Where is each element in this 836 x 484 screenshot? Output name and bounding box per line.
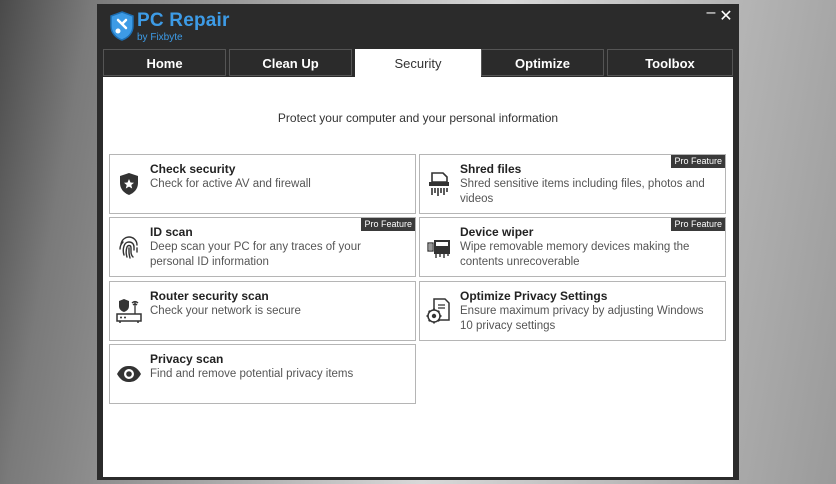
tab-security[interactable]: Security	[355, 49, 481, 77]
card-device-wiper[interactable]: Device wiper Wipe removable memory devic…	[419, 217, 726, 277]
shield-star-icon	[120, 173, 138, 195]
title-bar: PC Repair by Fixbyte – ✕	[97, 4, 739, 48]
eye-icon	[117, 366, 141, 382]
device-wiper-icon	[427, 240, 450, 258]
card-title: Optimize Privacy Settings	[460, 289, 608, 303]
pro-feature-badge: Pro Feature	[671, 155, 725, 168]
app-subtitle: by Fixbyte	[137, 32, 183, 43]
app-window: PC Repair by Fixbyte – ✕ Home Clean Up S…	[97, 4, 739, 480]
card-description: Ensure maximum privacy by adjusting Wind…	[460, 305, 704, 332]
fingerprint-icon	[119, 236, 138, 259]
card-id-scan[interactable]: ID scan Deep scan your PC for any traces…	[109, 217, 416, 277]
security-panel: Protect your computer and your personal …	[103, 77, 733, 477]
card-description: Find and remove potential privacy items	[150, 368, 354, 380]
card-check-security[interactable]: Check security Check for active AV and f…	[109, 154, 416, 214]
card-title: ID scan	[150, 225, 193, 239]
card-privacy-scan[interactable]: Privacy scan Find and remove potential p…	[109, 344, 416, 404]
card-title: Router security scan	[150, 289, 269, 303]
close-button[interactable]: ✕	[718, 6, 734, 26]
panel-subtitle: Protect your computer and your personal …	[277, 111, 559, 125]
card-description: Shred sensitive items including files, p…	[460, 178, 705, 205]
card-description: Deep scan your PC for any traces of your…	[150, 241, 361, 268]
document-gear-icon	[426, 298, 450, 324]
card-title: Device wiper	[460, 225, 534, 239]
tab-home[interactable]: Home	[103, 49, 226, 76]
shredder-icon	[429, 172, 449, 196]
tab-clean-up[interactable]: Clean Up	[229, 49, 352, 76]
minimize-button[interactable]: –	[703, 4, 719, 22]
card-title: Shred files	[460, 162, 522, 176]
router-shield-icon	[116, 299, 142, 323]
pro-feature-badge: Pro Feature	[361, 218, 415, 231]
tab-bar: Home Clean Up Security Optimize Toolbox	[103, 49, 733, 77]
card-description: Check for active AV and firewall	[150, 178, 311, 190]
card-description: Wipe removable memory devices making the…	[460, 241, 690, 268]
pro-feature-badge: Pro Feature	[671, 218, 725, 231]
tab-toolbox[interactable]: Toolbox	[607, 49, 733, 76]
tab-optimize[interactable]: Optimize	[481, 49, 604, 76]
card-title: Check security	[150, 162, 236, 176]
logo-shield-icon	[110, 11, 134, 41]
app-title: PC Repair	[137, 10, 230, 31]
card-title: Privacy scan	[150, 352, 224, 366]
card-optimize-privacy-settings[interactable]: Optimize Privacy Settings Ensure maximum…	[419, 281, 726, 341]
card-router-security-scan[interactable]: Router security scan Check your network …	[109, 281, 416, 341]
card-description: Check your network is secure	[150, 305, 301, 317]
card-shred-files[interactable]: Shred files Shred sensitive items includ…	[419, 154, 726, 214]
